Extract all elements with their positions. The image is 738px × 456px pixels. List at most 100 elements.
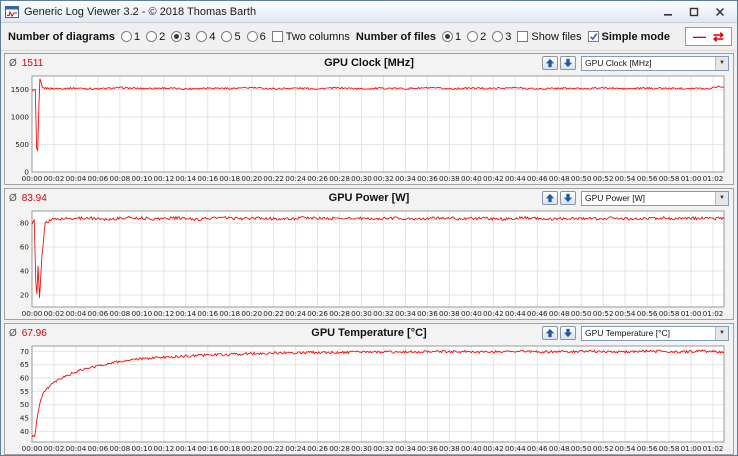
svg-text:45: 45 bbox=[20, 414, 29, 423]
svg-text:00:46: 00:46 bbox=[527, 309, 548, 318]
selector-caret-icon: ▼ bbox=[715, 56, 728, 70]
arrow-down-icon bbox=[563, 193, 573, 203]
show-files-checkbox[interactable]: Show files bbox=[517, 31, 582, 43]
svg-text:00:36: 00:36 bbox=[417, 174, 438, 183]
svg-text:00:16: 00:16 bbox=[197, 444, 218, 453]
selector-caret-icon: ▼ bbox=[715, 326, 728, 340]
svg-text:00:30: 00:30 bbox=[351, 309, 372, 318]
move-down-button[interactable] bbox=[560, 56, 576, 70]
svg-text:00:22: 00:22 bbox=[263, 444, 284, 453]
svg-text:00:32: 00:32 bbox=[373, 174, 394, 183]
radio-icon bbox=[221, 31, 233, 42]
svg-text:00:18: 00:18 bbox=[219, 309, 240, 318]
radio-icon bbox=[146, 31, 158, 42]
svg-text:00:20: 00:20 bbox=[241, 444, 262, 453]
svg-text:00:48: 00:48 bbox=[549, 444, 570, 453]
two-columns-checkbox[interactable]: Two columns bbox=[271, 31, 350, 43]
panel-header: Ø 1511 GPU Clock [MHz] GPU Clock [MHz] ▼ bbox=[5, 54, 733, 72]
svg-text:00:10: 00:10 bbox=[131, 174, 152, 183]
svg-text:00:04: 00:04 bbox=[66, 444, 87, 453]
svg-text:00:50: 00:50 bbox=[571, 309, 592, 318]
svg-text:00:00: 00:00 bbox=[22, 444, 43, 453]
signal-selector[interactable]: GPU Power [W] ▼ bbox=[581, 190, 729, 206]
diagrams-label: Number of diagrams bbox=[8, 30, 115, 43]
svg-text:00:06: 00:06 bbox=[88, 444, 109, 453]
svg-text:00:30: 00:30 bbox=[351, 444, 372, 453]
swap-arrows-icon: ⇄ bbox=[712, 29, 724, 44]
svg-text:00:56: 00:56 bbox=[637, 444, 658, 453]
svg-text:00:24: 00:24 bbox=[285, 444, 306, 453]
move-up-button[interactable] bbox=[542, 56, 558, 70]
svg-text:00:14: 00:14 bbox=[175, 309, 196, 318]
svg-text:70: 70 bbox=[20, 347, 30, 356]
svg-text:00:18: 00:18 bbox=[219, 444, 240, 453]
radio-diagrams-3[interactable]: 3 bbox=[171, 31, 190, 43]
line-style-controls[interactable]: — ⇄ bbox=[684, 27, 732, 46]
move-up-button[interactable] bbox=[542, 326, 558, 340]
svg-text:00:02: 00:02 bbox=[44, 309, 65, 318]
radio-diagrams-5[interactable]: 5 bbox=[221, 31, 241, 43]
svg-text:00:48: 00:48 bbox=[549, 309, 570, 318]
radio-diagrams-6[interactable]: 6 bbox=[246, 31, 266, 43]
svg-text:00:10: 00:10 bbox=[131, 309, 152, 318]
svg-text:00:42: 00:42 bbox=[483, 444, 504, 453]
svg-text:00:04: 00:04 bbox=[66, 174, 87, 183]
signal-selector[interactable]: GPU Temperature [°C] ▼ bbox=[581, 325, 729, 341]
arrow-up-icon bbox=[545, 193, 555, 203]
move-up-button[interactable] bbox=[542, 191, 558, 205]
svg-text:00:24: 00:24 bbox=[285, 309, 306, 318]
svg-text:00:20: 00:20 bbox=[241, 174, 262, 183]
maximize-button[interactable] bbox=[681, 4, 707, 20]
checkbox-icon bbox=[271, 31, 283, 42]
svg-text:00:52: 00:52 bbox=[593, 444, 614, 453]
svg-text:00:16: 00:16 bbox=[197, 309, 218, 318]
signal-selector[interactable]: GPU Clock [MHz] ▼ bbox=[581, 55, 729, 71]
svg-text:00:40: 00:40 bbox=[461, 309, 482, 318]
svg-text:00:22: 00:22 bbox=[263, 309, 284, 318]
svg-text:00:42: 00:42 bbox=[483, 309, 504, 318]
svg-text:00:54: 00:54 bbox=[615, 309, 636, 318]
close-button[interactable] bbox=[707, 4, 733, 20]
svg-text:00:38: 00:38 bbox=[439, 174, 460, 183]
charts-area: Ø 1511 GPU Clock [MHz] GPU Clock [MHz] ▼ … bbox=[1, 51, 737, 456]
radio-icon bbox=[246, 31, 258, 42]
move-down-button[interactable] bbox=[560, 326, 576, 340]
svg-text:55: 55 bbox=[20, 387, 29, 396]
checkbox-icon bbox=[517, 31, 529, 42]
svg-text:00:44: 00:44 bbox=[505, 444, 526, 453]
radio-files-2[interactable]: 2 bbox=[467, 31, 486, 43]
radio-icon bbox=[120, 31, 132, 42]
radio-diagrams-2[interactable]: 2 bbox=[146, 31, 165, 43]
gpu-temperature-chart: 00:00 00:02 00:04 00:06 00:08 00:10 00:12 00:14… bbox=[20, 345, 725, 453]
svg-text:00:54: 00:54 bbox=[615, 444, 636, 453]
svg-text:00:14: 00:14 bbox=[175, 444, 196, 453]
svg-text:65: 65 bbox=[20, 360, 29, 369]
svg-text:00:56: 00:56 bbox=[637, 309, 658, 318]
average-value: Ø 83.94 bbox=[9, 192, 47, 204]
files-label: Number of files bbox=[355, 30, 436, 43]
svg-text:50: 50 bbox=[20, 400, 30, 409]
radio-diagrams-1[interactable]: 1 bbox=[120, 31, 140, 43]
svg-text:00:08: 00:08 bbox=[110, 174, 131, 183]
svg-text:40: 40 bbox=[20, 427, 30, 436]
radio-diagrams-4[interactable]: 4 bbox=[196, 31, 215, 43]
svg-text:01:00: 01:00 bbox=[681, 309, 702, 318]
move-down-button[interactable] bbox=[560, 191, 576, 205]
svg-text:00:34: 00:34 bbox=[395, 174, 416, 183]
svg-text:00:38: 00:38 bbox=[439, 444, 460, 453]
window-titlebar: Generic Log Viewer 3.2 - © 2018 Thomas B… bbox=[1, 1, 737, 23]
svg-text:60: 60 bbox=[20, 243, 30, 252]
simple-mode-checkbox[interactable]: Simple mode bbox=[587, 31, 670, 43]
svg-text:1500: 1500 bbox=[11, 85, 30, 94]
svg-text:0: 0 bbox=[24, 168, 29, 177]
svg-text:00:30: 00:30 bbox=[351, 174, 372, 183]
svg-text:00:18: 00:18 bbox=[219, 174, 240, 183]
chart-panel-gpu-power: Ø 83.94 GPU Power [W] GPU Power [W] ▼ 00:… bbox=[4, 188, 734, 320]
selector-caret-icon: ▼ bbox=[715, 191, 728, 205]
radio-files-3[interactable]: 3 bbox=[492, 31, 511, 43]
radio-files-1[interactable]: 1 bbox=[442, 31, 461, 43]
svg-text:00:46: 00:46 bbox=[527, 174, 548, 183]
svg-text:00:28: 00:28 bbox=[329, 444, 350, 453]
minimize-button[interactable] bbox=[655, 4, 681, 20]
svg-text:00:56: 00:56 bbox=[637, 174, 658, 183]
